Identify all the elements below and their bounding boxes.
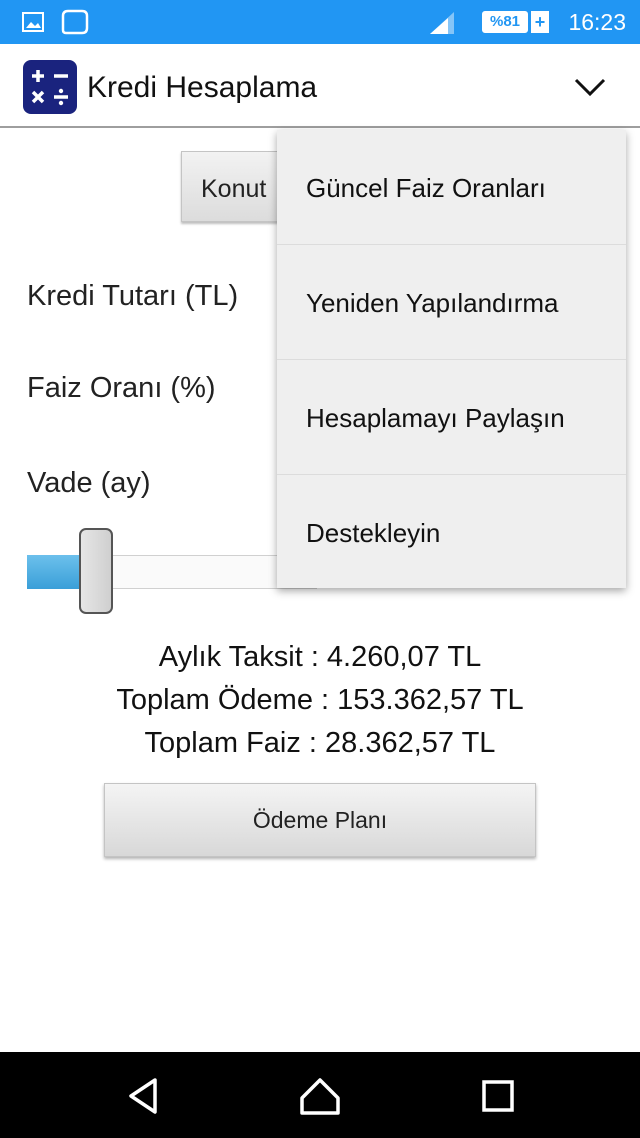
- recents-icon[interactable]: [476, 1074, 520, 1118]
- clock: 16:23: [568, 9, 626, 35]
- term-slider-thumb[interactable]: [79, 528, 113, 614]
- battery-icon: %81: [482, 11, 528, 33]
- menu-item-restructuring[interactable]: Yeniden Yapılandırma: [277, 245, 626, 360]
- navigation-bar: [0, 1052, 640, 1138]
- charging-plus-icon: +: [531, 11, 549, 33]
- back-icon[interactable]: [121, 1074, 165, 1118]
- monthly-installment: Aylık Taksit : 4.260,07 TL: [158, 641, 482, 673]
- status-bar: %81 + 16:23: [0, 0, 640, 44]
- menu-item-label: Destekleyin: [306, 518, 441, 548]
- menu-item-share[interactable]: Hesaplamayı Paylaşın: [277, 360, 626, 475]
- menu-item-label: Güncel Faiz Oranları: [306, 173, 546, 203]
- loan-amount-label: Kredi Tutarı (TL): [27, 280, 239, 312]
- total-payment: Toplam Ödeme : 153.362,57 TL: [116, 684, 524, 716]
- calculator-icon: [23, 60, 77, 114]
- total-interest: Toplam Faiz : 28.362,57 TL: [144, 727, 496, 759]
- term-label: Vade (ay): [27, 467, 151, 499]
- interest-rate-label: Faiz Oranı (%): [27, 372, 216, 404]
- overflow-menu: Güncel Faiz Oranları Yeniden Yapılandırm…: [277, 130, 626, 588]
- home-icon[interactable]: [298, 1074, 342, 1118]
- menu-item-support[interactable]: Destekleyin: [277, 475, 626, 590]
- term-slider-fill: [27, 555, 85, 589]
- payment-plan-button[interactable]: Ödeme Planı: [104, 783, 536, 857]
- app-bar: Kredi Hesaplama: [0, 44, 640, 128]
- chevron-down-icon[interactable]: [570, 72, 610, 102]
- menu-item-current-rates[interactable]: Güncel Faiz Oranları: [277, 130, 626, 245]
- menu-item-label: Hesaplamayı Paylaşın: [306, 403, 565, 433]
- app-title: Kredi Hesaplama: [87, 71, 318, 104]
- menu-item-label: Yeniden Yapılandırma: [306, 288, 559, 318]
- image-icon: [22, 12, 44, 32]
- signal-icon: [430, 12, 454, 34]
- chat-icon: [61, 9, 89, 35]
